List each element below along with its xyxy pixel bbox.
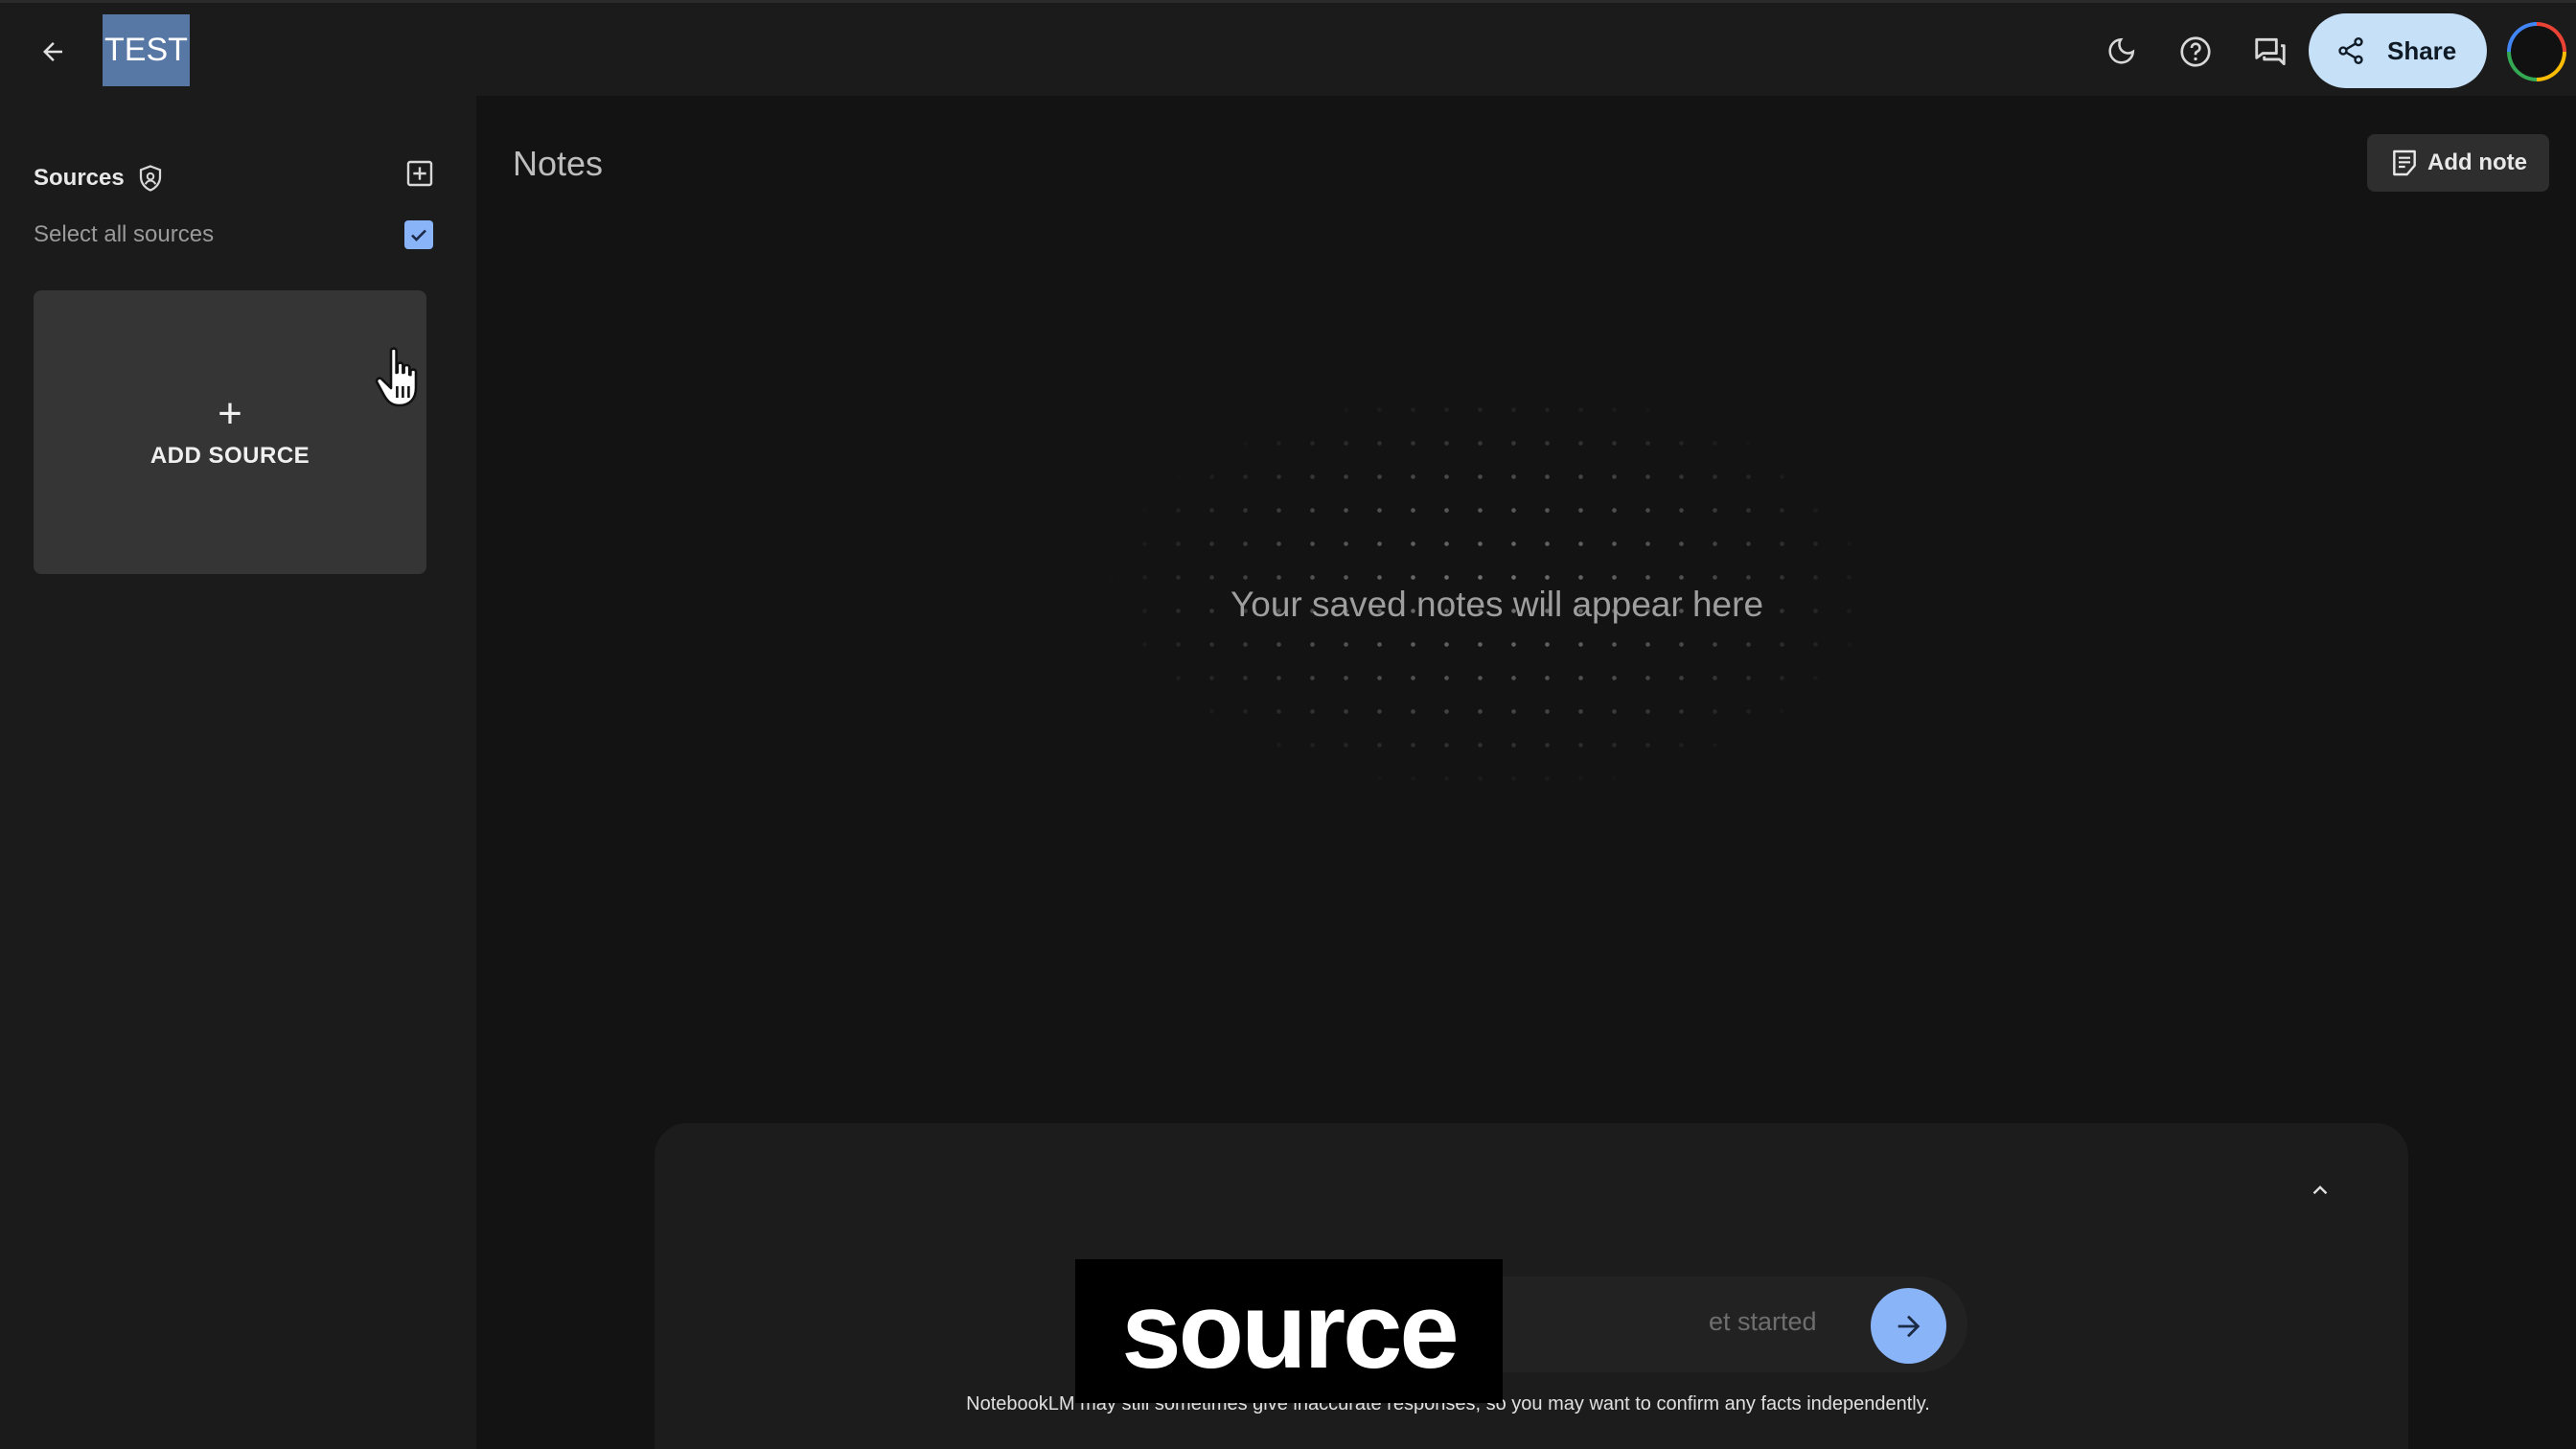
chat-button[interactable] — [2245, 27, 2295, 77]
notebook-app: TEST Share Sources Select all sources + … — [0, 0, 2576, 1449]
send-button[interactable] — [1871, 1288, 1946, 1364]
help-icon — [2180, 36, 2211, 67]
arrow-forward-icon — [1898, 1315, 1920, 1337]
query-input-placeholder: et started — [1709, 1307, 1817, 1336]
chat-icon — [2255, 37, 2286, 66]
share-button[interactable]: Share — [2309, 13, 2487, 88]
chevron-up-icon — [2312, 1185, 2328, 1195]
add-note-label: Add note — [2427, 150, 2527, 175]
sources-sidebar: Sources Select all sources + ADD SOURCE — [0, 96, 474, 1449]
share-label: Share — [2387, 35, 2457, 65]
sources-heading: Sources — [34, 164, 165, 193]
select-all-label: Select all sources — [34, 221, 215, 247]
help-button[interactable] — [2171, 27, 2220, 77]
arrow-back-icon — [43, 42, 62, 61]
notebook-title[interactable]: TEST — [103, 14, 190, 86]
moon-icon — [2108, 37, 2135, 64]
top-bar: TEST Share — [0, 0, 2576, 96]
add-source-card[interactable]: + ADD SOURCE — [34, 290, 426, 574]
back-button[interactable] — [29, 28, 77, 76]
add-source-icon-button[interactable] — [402, 155, 438, 192]
sources-title: Sources — [34, 165, 125, 191]
notes-title: Notes — [513, 144, 604, 183]
add-box-icon — [406, 160, 433, 187]
shield-icon — [139, 165, 161, 192]
video-caption-overlay: source — [1075, 1259, 1503, 1403]
chat-panel: et started NotebookLM may still sometime… — [655, 1123, 2408, 1449]
avatar[interactable] — [2507, 22, 2566, 81]
hand-cursor-icon — [375, 347, 418, 407]
dark-mode-toggle[interactable] — [2096, 27, 2146, 77]
select-all-checkbox[interactable] — [404, 220, 433, 249]
add-note-button[interactable]: Add note — [2367, 134, 2549, 192]
note-add-icon — [2393, 150, 2416, 176]
check-icon — [411, 229, 426, 242]
plus-icon: + — [218, 390, 242, 437]
avatar-image — [2511, 26, 2563, 78]
add-source-label: ADD SOURCE — [150, 443, 310, 469]
share-icon — [2338, 37, 2363, 64]
collapse-chat-button[interactable] — [2301, 1171, 2339, 1209]
empty-notes-message: Your saved notes will appear here — [1230, 585, 1764, 624]
